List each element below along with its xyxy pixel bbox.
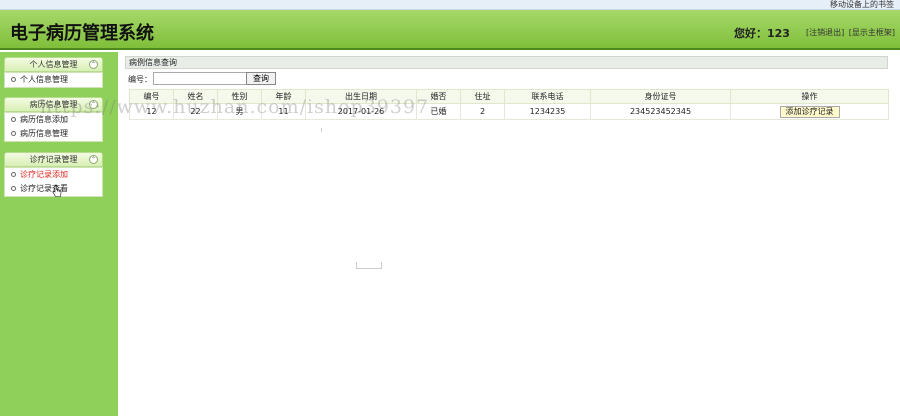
sidebar-section-title: 诊疗记录管理 bbox=[29, 155, 78, 164]
column-header: 身份证号 bbox=[590, 89, 731, 104]
cell-id-card: 234523452345 bbox=[590, 103, 731, 120]
render-artifact bbox=[356, 262, 382, 269]
logout-link[interactable]: [注销退出] bbox=[806, 28, 844, 37]
user-greeting: 您好：123 bbox=[734, 27, 790, 40]
bullet-icon bbox=[11, 131, 16, 136]
bullet-icon bbox=[11, 186, 16, 191]
mobile-bookmarks-link[interactable]: 移动设备上的书签 bbox=[830, 0, 894, 9]
bullet-icon bbox=[11, 172, 16, 177]
sidebar-item-label: 个人信息管理 bbox=[20, 75, 68, 84]
header-links: [注销退出] [显示主框架] bbox=[804, 27, 895, 38]
sidebar-item-treatment-add[interactable]: 诊疗记录添加 bbox=[5, 168, 102, 182]
search-label: 编号： bbox=[128, 75, 152, 84]
app-header: 电子病历管理系统 您好：123 [注销退出] [显示主框架] bbox=[0, 10, 900, 50]
sidebar-section-personal-info[interactable]: 个人信息管理 ⌃ bbox=[4, 57, 103, 72]
app-title: 电子病历管理系统 bbox=[10, 23, 154, 44]
search-button[interactable]: 查询 bbox=[246, 72, 276, 85]
cell-phone: 1234235 bbox=[504, 103, 591, 120]
watermark-text: https://www.huzhan.com/ishop39397 bbox=[40, 96, 430, 118]
sidebar-section-treatment-records[interactable]: 诊疗记录管理 ⌃ bbox=[4, 152, 103, 167]
column-header: 住址 bbox=[460, 89, 505, 104]
cell-address: 2 bbox=[460, 103, 505, 120]
bullet-icon bbox=[11, 77, 16, 82]
sidebar-item-label: 诊疗记录添加 bbox=[20, 170, 68, 179]
sidebar-item-record-manage[interactable]: 病历信息管理 bbox=[5, 127, 102, 141]
search-bar: 编号： 查询 bbox=[125, 69, 888, 86]
render-artifact bbox=[321, 128, 322, 132]
column-header: 操作 bbox=[730, 89, 889, 104]
show-main-frame-link[interactable]: [显示主框架] bbox=[849, 28, 895, 37]
sidebar-section-body: 个人信息管理 bbox=[4, 72, 103, 88]
main-content: 病例信息查询 编号： 查询 编号 姓名 性别 年龄 出生日期 婚否 住址 联系电… bbox=[125, 56, 889, 120]
add-treatment-record-button[interactable]: 添加诊疗记录 bbox=[779, 105, 840, 118]
collapse-chevron-icon[interactable]: ⌃ bbox=[89, 155, 98, 164]
bullet-icon bbox=[11, 117, 16, 122]
panel-title: 病例信息查询 bbox=[125, 56, 888, 69]
cell-action: 添加诊疗记录 bbox=[730, 103, 889, 120]
sidebar-section-title: 个人信息管理 bbox=[29, 60, 78, 69]
sidebar-item-label: 病历信息管理 bbox=[20, 129, 68, 138]
sidebar-item-personal-info[interactable]: 个人信息管理 bbox=[5, 73, 102, 87]
collapse-chevron-icon[interactable]: ⌃ bbox=[89, 60, 98, 69]
column-header: 联系电话 bbox=[504, 89, 591, 104]
browser-bookmark-bar: 移动设备上的书签 bbox=[0, 0, 900, 10]
hand-cursor-icon bbox=[52, 185, 62, 197]
